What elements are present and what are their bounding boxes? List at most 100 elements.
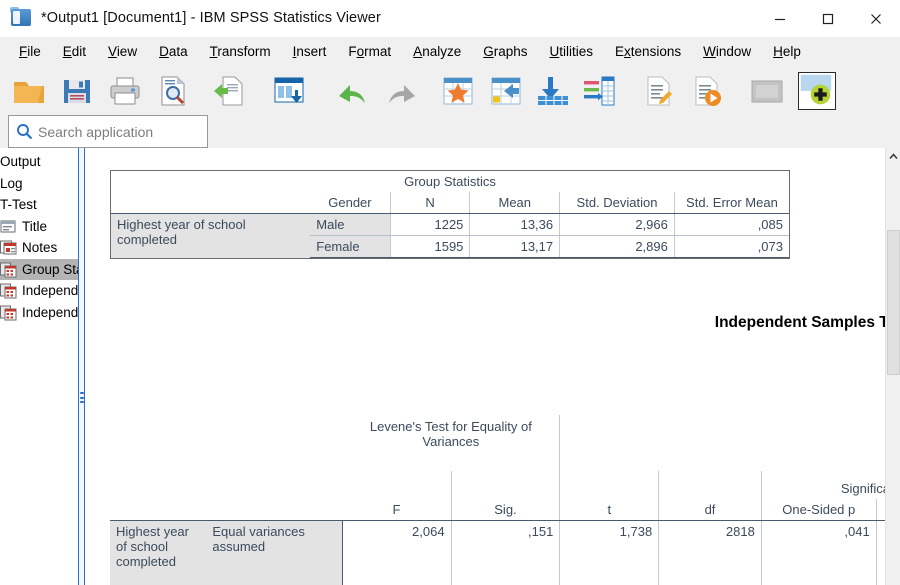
- window-controls: [756, 0, 900, 37]
- pane-splitter[interactable]: [78, 148, 85, 585]
- row-label-highest-year: Highest year of school completed: [111, 213, 311, 258]
- menu-data[interactable]: Data: [148, 42, 199, 61]
- insert-data-icon[interactable]: [534, 72, 572, 110]
- chevron-up-icon: [889, 152, 898, 159]
- column-header-f: F: [342, 499, 452, 521]
- outline-item-independent-samples-test[interactable]: Independent Samples Test: [0, 280, 78, 302]
- menu-view[interactable]: View: [97, 42, 148, 61]
- cell-t-assumed: 1,738: [559, 520, 660, 585]
- cell-two-sided-p-assumed: ,08: [876, 520, 885, 585]
- goto-variable-icon[interactable]: [487, 72, 525, 110]
- cell-sem-male: ,085: [674, 213, 789, 236]
- open-file-icon[interactable]: [10, 72, 48, 110]
- independent-samples-test-title: Independent Samples Test: [714, 314, 885, 331]
- export-icon[interactable]: [210, 72, 248, 110]
- group-statistics-table[interactable]: Group Statistics Gender N Mean Std. Devi…: [110, 170, 790, 259]
- save-icon[interactable]: [58, 72, 96, 110]
- menu-graphs[interactable]: Graphs: [472, 42, 538, 61]
- print-icon[interactable]: [106, 72, 144, 110]
- edit-syntax-icon[interactable]: [640, 72, 678, 110]
- cell-sem-female: ,073: [674, 235, 789, 258]
- column-header-two-sided-p: Two-Sided: [876, 499, 885, 521]
- cell-mean-female: 13,17: [469, 235, 561, 258]
- maximize-button[interactable]: [804, 0, 852, 37]
- table-row[interactable]: Highest year of school completed Equal v…: [110, 520, 885, 585]
- outline-item-output[interactable]: Output: [0, 151, 78, 173]
- variables-icon[interactable]: [580, 72, 618, 110]
- cell-one-sided-p-assumed: ,041: [761, 520, 877, 585]
- outline-item-independent-samples-effect-sizes[interactable]: Independent Samples Effect Sizes: [0, 302, 78, 324]
- menu-utilities[interactable]: Utilities: [539, 42, 605, 61]
- search-application-box[interactable]: Search application: [8, 115, 208, 148]
- column-header-std-deviation: Std. Deviation: [559, 192, 675, 214]
- undo-icon[interactable]: [333, 72, 371, 110]
- outline-pane[interactable]: Output Log T-Test Title Notes Group St I…: [0, 148, 78, 585]
- outline-label: Log: [0, 175, 23, 191]
- column-header-n: N: [390, 192, 471, 214]
- menu-edit[interactable]: Edit: [52, 42, 97, 61]
- cell-f-assumed: 2,064: [342, 520, 452, 585]
- outline-item-group-statistics[interactable]: Group Statistics: [0, 258, 78, 280]
- dialog-recall-icon[interactable]: [270, 72, 308, 110]
- menu-transform[interactable]: Transform: [199, 42, 282, 61]
- cell-gender-female: Female: [310, 235, 391, 258]
- outline-label: Title: [22, 218, 48, 234]
- outline-item-t-test[interactable]: T-Test: [0, 194, 78, 216]
- column-header-sig: Sig.: [451, 499, 561, 521]
- column-header-df: df: [658, 499, 762, 521]
- search-placeholder: Search application: [38, 123, 154, 140]
- cell-sig-assumed: ,151: [451, 520, 561, 585]
- menu-format[interactable]: Format: [337, 42, 402, 61]
- table-row[interactable]: Highest year of school completed Male 12…: [111, 213, 789, 258]
- outline-label: Output: [0, 154, 41, 169]
- menu-file[interactable]: File: [8, 42, 52, 61]
- column-header-t: t: [559, 499, 660, 521]
- menu-help[interactable]: Help: [762, 42, 812, 61]
- outline-label: Group Statistics: [22, 261, 78, 277]
- table-icon: [0, 283, 17, 299]
- column-header-std-error-mean: Std. Error Mean: [674, 192, 789, 214]
- print-preview-icon[interactable]: [154, 72, 192, 110]
- cell-df-assumed: 2818: [658, 520, 762, 585]
- row-label-equal-variances-assumed: Equal variances assumed: [206, 520, 343, 585]
- cell-mean-male: 13,36: [469, 213, 561, 236]
- spss-viewer-window: *Output1 [Document1] - IBM SPSS Statisti…: [0, 0, 900, 585]
- column-group-ttest: t-t: [560, 415, 885, 471]
- title-bar: *Output1 [Document1] - IBM SPSS Statisti…: [0, 0, 900, 37]
- scrollbar-thumb[interactable]: [887, 230, 900, 375]
- menu-insert[interactable]: Insert: [282, 42, 338, 61]
- outline-label: Independent Samples Test: [22, 283, 78, 298]
- menu-bar: File Edit View Data Transform Insert For…: [0, 37, 900, 66]
- table-icon: [0, 262, 17, 278]
- toolbar: [0, 66, 900, 115]
- outline-item-title[interactable]: Title: [0, 216, 78, 238]
- menu-analyze[interactable]: Analyze: [402, 42, 472, 61]
- splitter-grip: [80, 392, 84, 407]
- scroll-up-button[interactable]: [886, 148, 900, 164]
- cell-sd-male: 2,966: [559, 213, 675, 236]
- minimize-button[interactable]: [756, 0, 804, 37]
- corner-cell: [111, 192, 311, 214]
- output-canvas[interactable]: Group Statistics Gender N Mean Std. Devi…: [85, 148, 885, 585]
- notes-icon: [0, 240, 17, 255]
- search-icon: [17, 124, 33, 140]
- cell-n-female: 1595: [390, 235, 471, 258]
- column-group-significance: Significance: [840, 481, 885, 496]
- outline-item-notes[interactable]: Notes: [0, 237, 78, 259]
- workspace: Output Log T-Test Title Notes Group St I…: [0, 148, 900, 585]
- independent-samples-test-table[interactable]: Levene's Test for Equality of Variances …: [110, 415, 885, 585]
- image-disabled-icon: [748, 72, 786, 110]
- outline-item-log[interactable]: Log: [0, 173, 78, 195]
- run-syntax-icon[interactable]: [688, 72, 726, 110]
- goto-case-icon[interactable]: [439, 72, 477, 110]
- cell-gender-male: Male: [310, 213, 391, 236]
- vertical-scrollbar[interactable]: [885, 148, 900, 585]
- spss-app-icon: [10, 7, 32, 29]
- menu-extensions[interactable]: Extensions: [604, 42, 692, 61]
- menu-window[interactable]: Window: [692, 42, 762, 61]
- outline-label: Independent Samples Effect Sizes: [22, 304, 78, 320]
- redo-icon[interactable]: [383, 72, 421, 110]
- add-image-icon[interactable]: [798, 72, 836, 110]
- close-button[interactable]: [852, 0, 900, 37]
- table-icon: [0, 305, 17, 321]
